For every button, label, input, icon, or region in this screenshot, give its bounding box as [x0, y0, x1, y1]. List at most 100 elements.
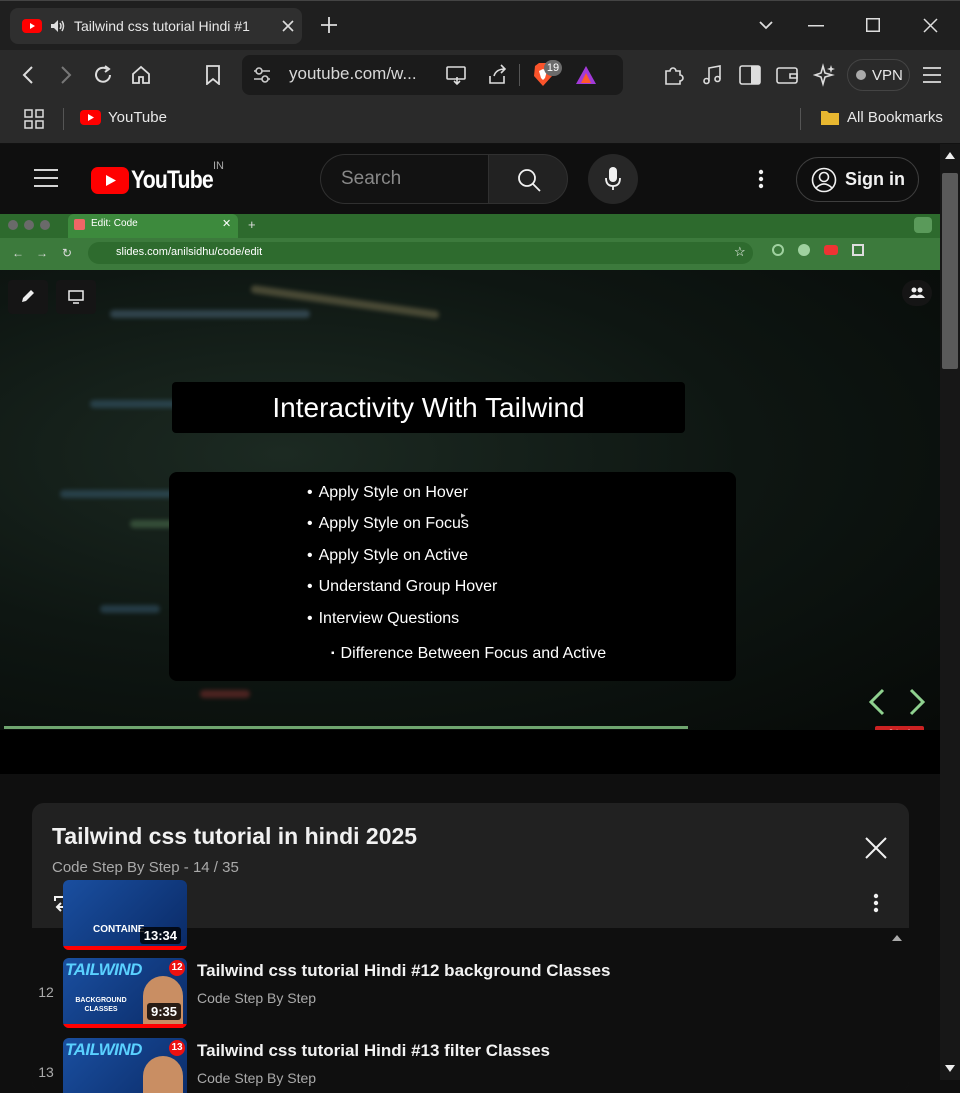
vpn-button[interactable]: VPN	[847, 59, 910, 91]
slide-next-arrow-icon	[908, 688, 926, 716]
maximize-icon[interactable]	[866, 18, 880, 32]
thumbnail-episode-badge: 12	[169, 960, 185, 976]
close-window-icon[interactable]	[923, 18, 938, 33]
bookmark-icon[interactable]	[204, 65, 222, 85]
playlist-title[interactable]: Tailwind css tutorial in hindi 2025	[52, 823, 417, 850]
playlist-item-index: 12	[38, 984, 54, 1000]
sign-in-label: Sign in	[845, 169, 905, 189]
playlist-items: CONTAINE 13:34 12 TAILWIND 12 BACKGROUND…	[32, 880, 909, 1093]
search-icon	[517, 168, 541, 192]
leo-ai-icon[interactable]	[813, 63, 837, 87]
extensions-icon[interactable]	[662, 63, 686, 87]
guide-menu-icon[interactable]	[34, 169, 58, 187]
playlist-video-title[interactable]: Tailwind css tutorial Hindi #12 backgrou…	[197, 961, 610, 981]
watch-progress-bar	[63, 946, 187, 950]
playlist-item[interactable]: 12 TAILWIND 12 BACKGROUND CLASSES 9:35 T…	[32, 956, 909, 1036]
url-divider	[519, 64, 520, 86]
browser-tab[interactable]: Tailwind css tutorial Hindi #1	[10, 8, 302, 44]
video-inner-ext-icon	[798, 244, 810, 256]
pen-tool-button	[8, 280, 48, 314]
slide-bullet: Understand Group Hover	[307, 578, 498, 596]
youtube-logo[interactable]: YouTube	[91, 166, 227, 195]
video-inner-ext-icon	[824, 245, 838, 255]
thumbnail-episode-badge: 13	[169, 1040, 185, 1056]
playlist-thumbnail[interactable]: CONTAINE 13:34	[63, 880, 187, 950]
close-playlist-icon[interactable]	[864, 836, 888, 860]
minimize-icon[interactable]	[808, 25, 824, 27]
share-icon[interactable]	[486, 64, 510, 86]
present-button	[56, 280, 96, 314]
media-music-icon[interactable]	[701, 64, 723, 86]
video-window-dot	[24, 220, 34, 230]
back-icon[interactable]	[20, 66, 36, 84]
home-icon[interactable]	[130, 64, 152, 86]
cast-icon[interactable]	[445, 64, 469, 86]
playlist-separator: -	[183, 859, 193, 876]
video-window-dot	[8, 220, 18, 230]
slide-bullet: Apply Style on Hover	[307, 484, 468, 502]
audio-playing-icon[interactable]	[50, 19, 66, 33]
playlist-item[interactable]: 13 TAILWIND 13 Tailwind css tutorial Hin…	[32, 1036, 909, 1093]
slide-bullet-box: Apply Style on Hover Apply Style on Focu…	[169, 472, 736, 681]
region-code: IN	[213, 160, 224, 172]
microphone-icon	[604, 166, 622, 192]
video-inner-new-tab-icon: +	[248, 217, 256, 232]
brave-rewards-icon[interactable]	[574, 64, 598, 86]
site-settings-icon[interactable]	[252, 66, 272, 84]
scrollbar-up-arrow-icon[interactable]	[945, 152, 955, 159]
scrollbar-down-arrow-icon[interactable]	[945, 1065, 955, 1072]
mouse-cursor-icon: ▸	[461, 510, 466, 520]
blurred-code-line	[100, 605, 160, 613]
url-text[interactable]: youtube.com/w...	[289, 64, 417, 84]
bookmark-youtube[interactable]: YouTube	[80, 109, 167, 126]
scrollbar-thumb[interactable]	[942, 173, 958, 369]
playlist-video-title[interactable]: Tailwind css tutorial Hindi #13 filter C…	[197, 1041, 550, 1061]
video-inner-tab-title: Edit: Code	[91, 218, 138, 229]
apps-grid-icon[interactable]	[24, 109, 44, 129]
all-bookmarks-folder[interactable]: All Bookmarks	[820, 109, 943, 126]
all-bookmarks-label: All Bookmarks	[847, 109, 943, 126]
video-player[interactable]: Edit: Code ✕ + ← → ↻ slides.com/anilsidh…	[0, 214, 940, 774]
video-browser-tabbar: Edit: Code ✕ +	[0, 214, 940, 238]
playlist-thumbnail[interactable]: TAILWIND 13	[63, 1038, 187, 1093]
tab-title: Tailwind css tutorial Hindi #1	[74, 18, 250, 34]
thumbnail-title: TAILWIND	[65, 960, 142, 979]
bookmarks-divider-right	[800, 108, 801, 130]
monitor-icon	[68, 290, 84, 304]
playlist-video-channel: Code Step By Step	[197, 990, 317, 1006]
scroll-up-arrow-icon[interactable]	[892, 935, 902, 941]
sign-in-button[interactable]: Sign in	[796, 157, 919, 202]
video-duration: 13:34	[139, 927, 181, 944]
blurred-code-line	[200, 690, 250, 698]
playlist-item-index: 13	[38, 1064, 54, 1080]
search-input[interactable]: Search	[320, 154, 489, 204]
settings-more-icon[interactable]	[758, 169, 764, 189]
video-inner-extensions	[772, 244, 864, 256]
video-inner-forward-icon: →	[36, 246, 48, 260]
reload-icon[interactable]	[92, 64, 114, 86]
people-icon	[909, 286, 925, 300]
wallet-icon[interactable]	[776, 65, 798, 85]
thumbnail-subtitle: BACKGROUND CLASSES	[75, 997, 127, 1013]
search-button[interactable]	[488, 154, 568, 204]
browser-menu-icon[interactable]	[922, 66, 942, 84]
slide-bullet: Interview Questions	[307, 610, 460, 628]
playlist-thumbnail[interactable]: TAILWIND 12 BACKGROUND CLASSES 9:35	[63, 958, 187, 1028]
slides-favicon-icon	[74, 219, 85, 230]
playlist-more-icon[interactable]	[873, 893, 879, 913]
video-inner-back-icon: ←	[12, 246, 24, 260]
tab-search-chevron-icon[interactable]	[758, 19, 774, 31]
new-tab-icon[interactable]	[320, 16, 338, 34]
playlist-position: 14 / 35	[192, 859, 239, 876]
thumbnail-text: CONTAINE	[93, 924, 145, 935]
sidebar-icon[interactable]	[739, 65, 761, 85]
voice-search-button[interactable]	[588, 154, 638, 204]
video-inner-url: slides.com/anilsidhu/code/edit	[116, 246, 263, 258]
slide-title-box: Interactivity With Tailwind	[172, 382, 685, 433]
thumbnail-title: TAILWIND	[65, 1040, 142, 1059]
close-tab-icon[interactable]	[282, 20, 294, 32]
watch-progress-bar	[63, 1024, 187, 1028]
forward-icon[interactable]	[58, 66, 74, 84]
blurred-code-line	[110, 310, 310, 318]
playlist-channel[interactable]: Code Step By Step	[52, 859, 180, 876]
